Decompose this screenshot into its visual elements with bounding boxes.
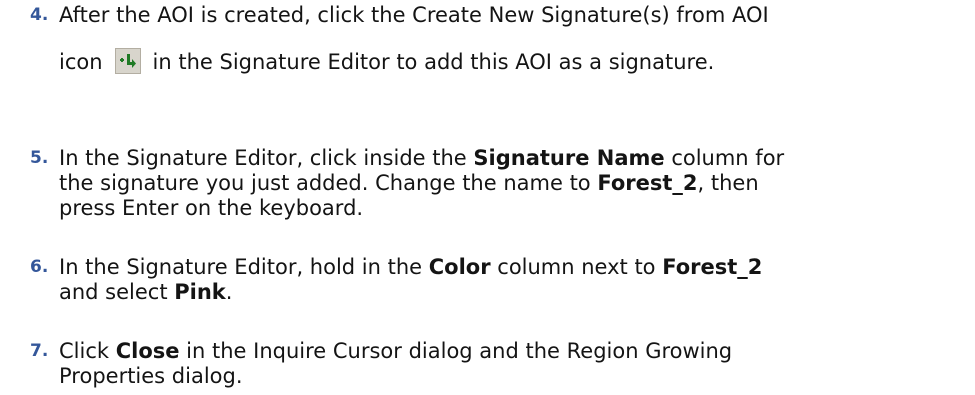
step-line: and select Pink. — [59, 280, 959, 305]
step-text: After the AOI is created, click the Crea… — [59, 3, 959, 75]
ui-term-color: Color — [428, 255, 491, 279]
step-line: In the Signature Editor, click inside th… — [59, 146, 959, 171]
text-run: In the Signature Editor, click inside th… — [59, 146, 474, 170]
text-run: the signature you just added. Change the… — [59, 171, 598, 195]
create-signature-from-aoi-icon — [114, 48, 141, 74]
ui-term-close: Close — [115, 339, 180, 363]
text-run: . — [225, 280, 233, 304]
step-number: 4. — [30, 5, 49, 25]
text-run: in the Inquire Cursor dialog and the Reg… — [179, 339, 733, 363]
text-run: and select — [59, 280, 175, 304]
step-line: Click Close in the Inquire Cursor dialog… — [59, 339, 959, 364]
step-line: press Enter on the keyboard. — [59, 196, 364, 220]
text-run: column for — [664, 146, 785, 170]
value-pink: Pink — [174, 280, 226, 304]
value-forest-2: Forest_2 — [662, 255, 763, 279]
step-line: the signature you just added. Change the… — [59, 171, 959, 196]
step-line-text: icon — [59, 50, 103, 74]
value-forest-2: Forest_2 — [597, 171, 698, 195]
step-line: After the AOI is created, click the Crea… — [59, 3, 769, 27]
step-line: In the Signature Editor, hold in the Col… — [59, 255, 959, 280]
step-number: 5. — [30, 148, 49, 168]
step-text: Click Close in the Inquire Cursor dialog… — [59, 339, 959, 389]
step-text: In the Signature Editor, click inside th… — [59, 146, 959, 221]
step-text: In the Signature Editor, hold in the Col… — [59, 255, 959, 305]
text-run: , then — [697, 171, 759, 195]
step-line: icon in the Signature Editor to add this… — [59, 48, 959, 75]
step-number: 6. — [30, 257, 49, 277]
text-run: column next to — [490, 255, 663, 279]
text-run: Click — [59, 339, 116, 363]
step-line: Properties dialog. — [59, 364, 243, 388]
ui-term-signature-name: Signature Name — [473, 146, 665, 170]
step-line-text: in the Signature Editor to add this AOI … — [152, 50, 715, 74]
text-run: In the Signature Editor, hold in the — [59, 255, 429, 279]
step-number: 7. — [30, 341, 49, 361]
